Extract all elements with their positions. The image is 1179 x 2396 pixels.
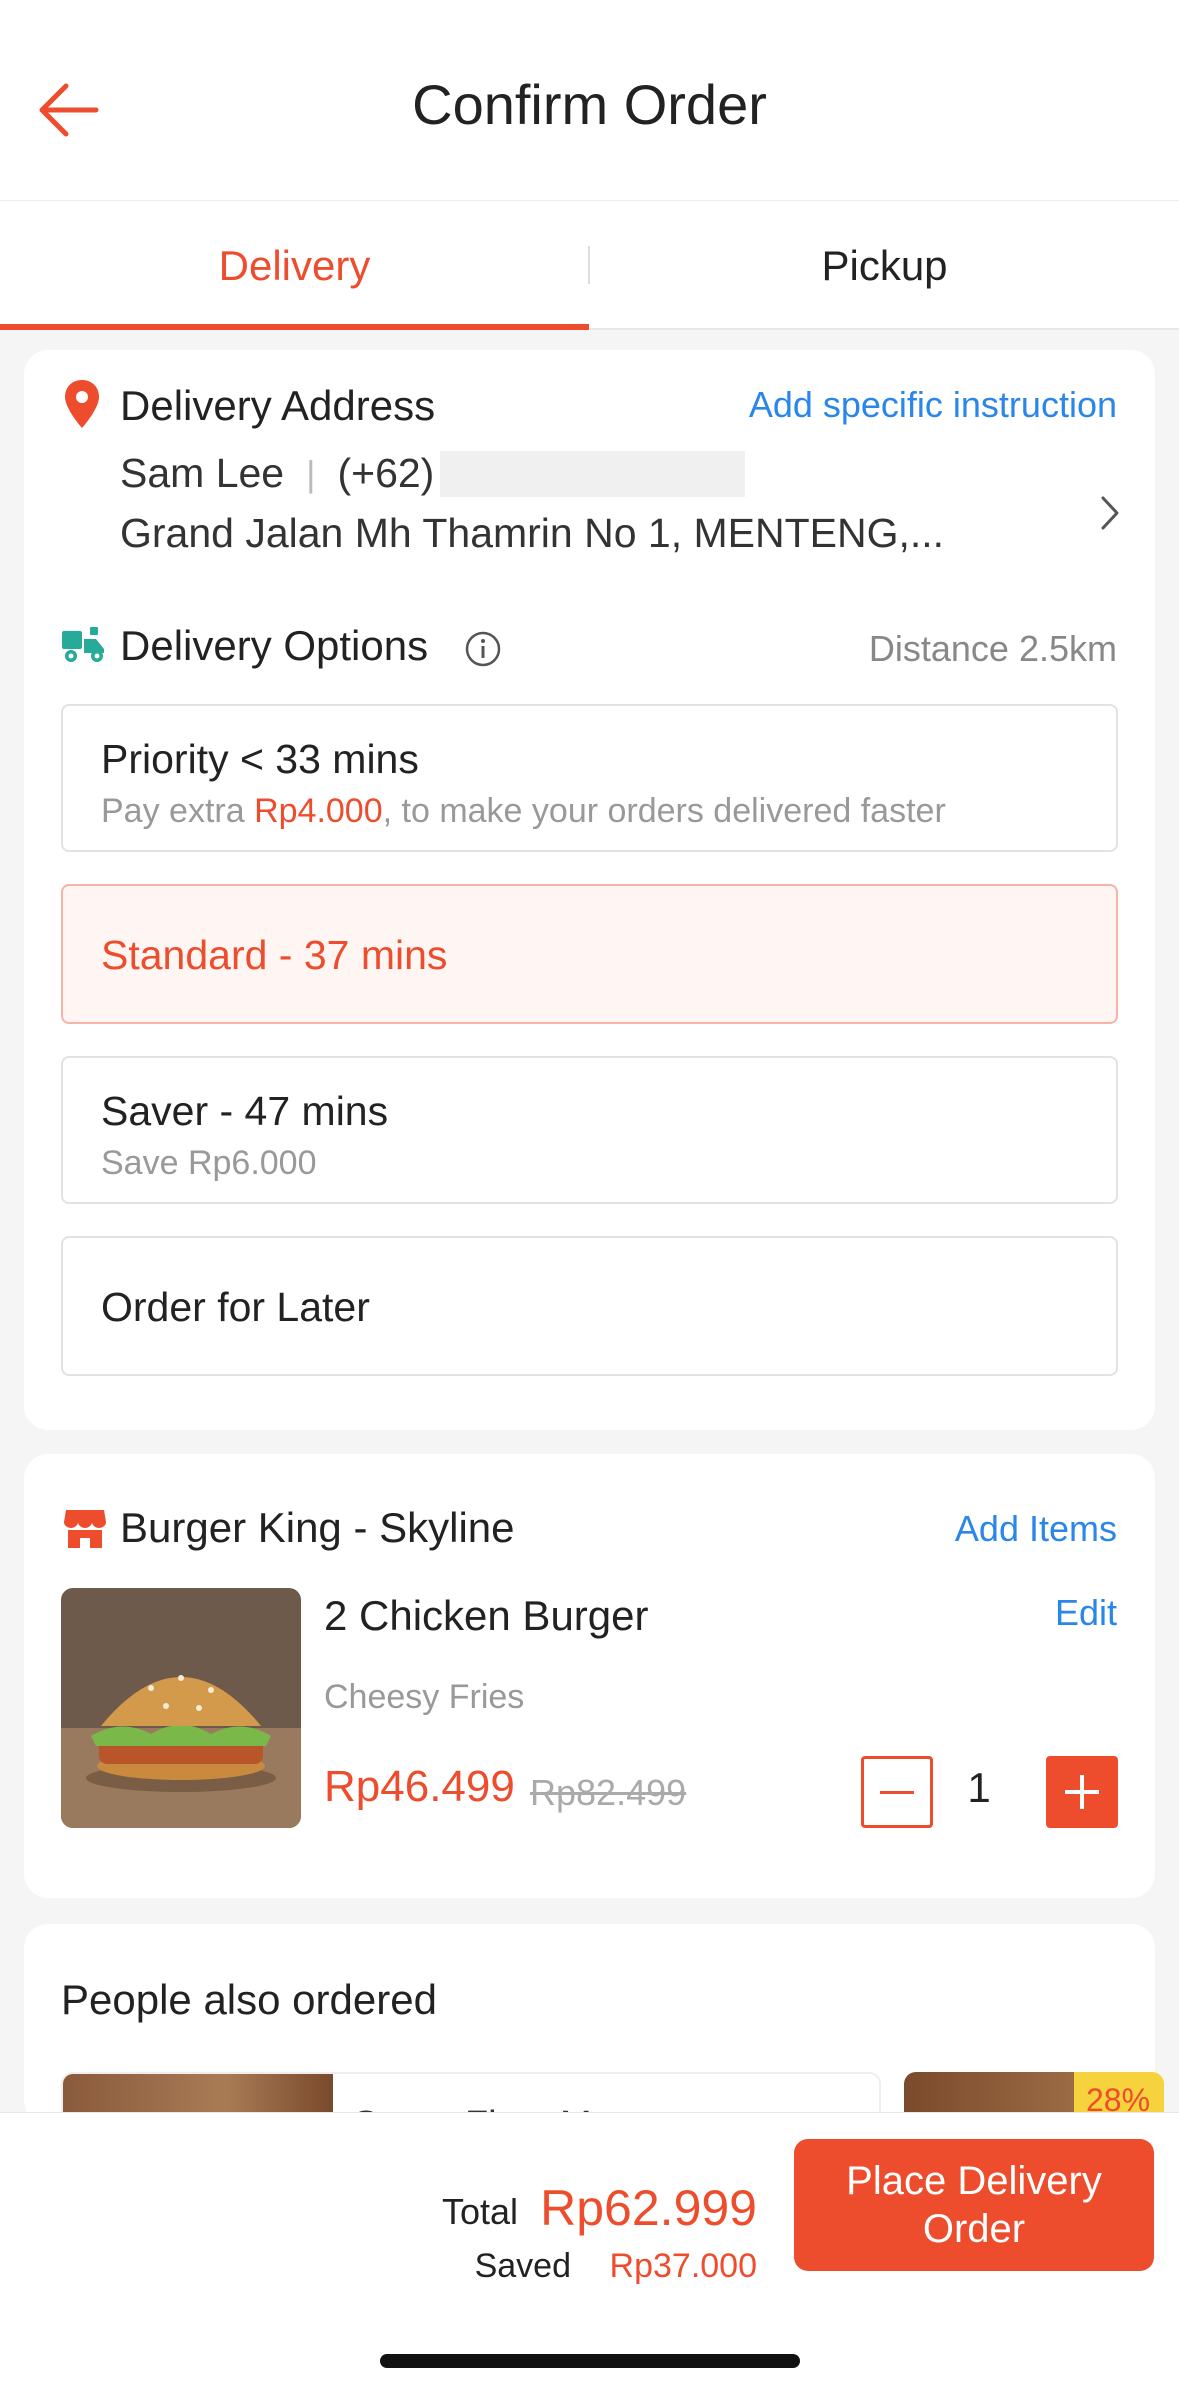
item-option: Cheesy Fries <box>324 1678 525 1716</box>
store-icon <box>64 1510 106 1548</box>
option-title: Order for Later <box>101 1284 370 1330</box>
item-price: Rp46.499 <box>324 1762 515 1811</box>
contact-separator: | <box>306 452 316 494</box>
item-title: 2 Chicken Burger <box>324 1592 649 1639</box>
chicken-burger-image <box>61 1588 301 1828</box>
delivery-distance: Distance 2.5km <box>868 628 1117 669</box>
phone-prefix: (+62) <box>337 450 435 496</box>
edit-item-link[interactable]: Edit <box>1055 1592 1117 1634</box>
tab-delivery[interactable]: Delivery <box>0 201 589 331</box>
option-title: Priority < 33 mins <box>101 736 419 782</box>
location-pin-icon <box>65 380 99 428</box>
option-priority[interactable]: Priority < 33 mins Pay extra Rp4.000, to… <box>61 704 1118 852</box>
order-type-tabs: Delivery Pickup <box>0 200 1179 330</box>
header: Confirm Order <box>0 0 1179 200</box>
chevron-right-icon[interactable] <box>1095 490 1125 536</box>
extra-price: Rp4.000 <box>254 792 383 830</box>
people-also-ordered-card: People also ordered Super Float Mango 28… <box>24 1924 1164 2192</box>
item-quantity: 1 <box>967 1764 991 1811</box>
item-original-price: Rp82.499 <box>530 1772 687 1813</box>
saved-value: Rp37.000 <box>609 2247 757 2285</box>
address-street[interactable]: Grand Jalan Mh Thamrin No 1, MENTENG,... <box>120 510 1000 557</box>
store-card: Burger King - Skyline Add Items 2 Chicke… <box>24 1454 1155 1898</box>
recipient-name: Sam Lee <box>120 450 285 496</box>
place-order-button[interactable]: Place Delivery Order <box>794 2139 1154 2271</box>
store-name: Burger King - Skyline <box>120 1504 515 1551</box>
address-contact[interactable]: Sam Lee | (+62) <box>120 450 746 497</box>
delivery-scooter-icon <box>62 627 104 662</box>
option-standard[interactable]: Standard - 37 mins <box>61 884 1118 1024</box>
decrease-quantity-button[interactable] <box>861 1756 933 1828</box>
info-icon[interactable] <box>464 630 502 668</box>
add-instruction-link[interactable]: Add specific instruction <box>749 384 1117 426</box>
delivery-address-title: Delivery Address <box>120 382 436 429</box>
people-also-ordered-title: People also ordered <box>61 1976 437 2023</box>
option-saver[interactable]: Saver - 47 mins Save Rp6.000 <box>61 1056 1118 1204</box>
option-title: Standard - 37 mins <box>101 932 448 978</box>
active-tab-indicator <box>0 324 589 330</box>
delivery-options-title: Delivery Options <box>120 622 429 669</box>
total-value: Rp62.999 <box>540 2180 757 2236</box>
add-items-link[interactable]: Add Items <box>955 1508 1117 1550</box>
saved-label: Saved <box>474 2247 571 2285</box>
page-title: Confirm Order <box>412 73 767 136</box>
increase-quantity-button[interactable] <box>1046 1756 1118 1828</box>
tab-pickup[interactable]: Pickup <box>590 201 1179 331</box>
total-label: Total <box>441 2191 518 2232</box>
home-indicator[interactable] <box>380 2354 800 2368</box>
delivery-card: Delivery Address Add specific instructio… <box>24 350 1155 1430</box>
option-subtitle: Save Rp6.000 <box>101 1144 317 1182</box>
option-title: Saver - 47 mins <box>101 1088 389 1134</box>
option-order-later[interactable]: Order for Later <box>61 1236 1118 1376</box>
masked-phone-number <box>440 450 746 497</box>
option-subtitle: Pay extra Rp4.000, to make your orders d… <box>101 792 946 830</box>
